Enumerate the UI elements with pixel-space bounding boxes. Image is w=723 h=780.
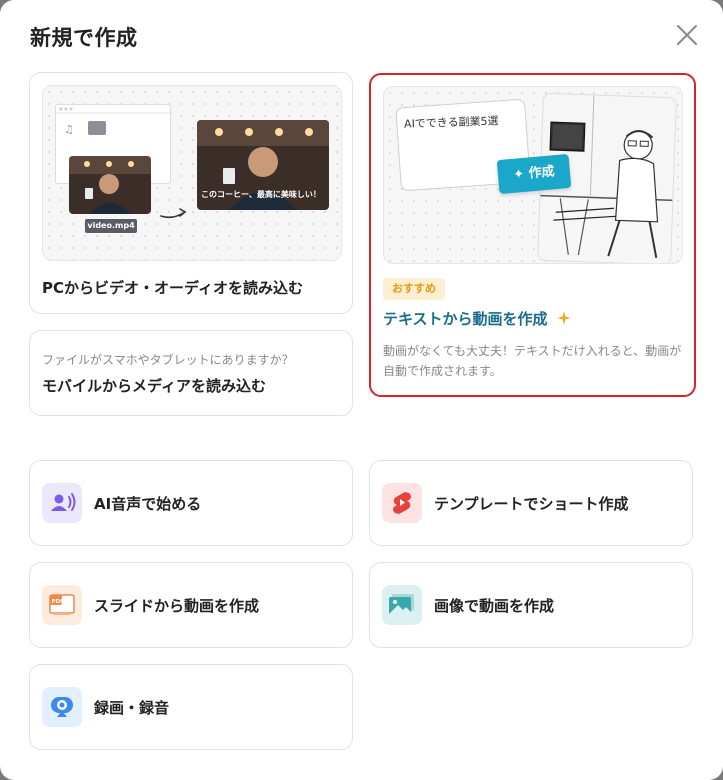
close-icon — [677, 25, 697, 45]
arrow-right-icon — [160, 208, 187, 219]
pdf-slide-icon: PDF — [42, 585, 82, 625]
text-to-video-title: テキストから動画を作成 — [383, 308, 571, 329]
close-button[interactable] — [672, 20, 702, 50]
import-from-mobile-label: モバイルからメディアを読み込む — [42, 377, 266, 395]
template-short-label: テンプレートでショート作成 — [434, 495, 629, 513]
ai-voice-label: AI音声で始める — [94, 495, 202, 513]
svg-text:♫: ♫ — [64, 123, 74, 136]
import-from-pc-label: PCからビデオ・オーディオを読み込む — [42, 279, 303, 297]
slide-video-option[interactable]: PDF スライドから動画を作成 — [29, 562, 353, 648]
import-from-pc-card[interactable]: ♫ video.mp4 このコーヒー、最高に美味しい！ PCからビデオ・オーディ… — [29, 72, 353, 314]
import-from-mobile-sub: ファイルがスマホやタブレットにありますか？ — [42, 353, 294, 367]
ai-voice-icon — [42, 483, 82, 523]
text-to-video-card[interactable]: AIでできる副業5選 ✦ 作成 おすすめ テキストから動画を作成 動画がなくても… — [369, 73, 696, 397]
create-chip: ✦ 作成 — [496, 153, 572, 195]
sparkle-icon — [556, 311, 571, 325]
import-from-mobile-card[interactable]: ファイルがスマホやタブレットにありますか？ モバイルからメディアを読み込む — [29, 330, 353, 416]
import-from-pc-thumbnail: ♫ video.mp4 このコーヒー、最高に美味しい！ — [42, 85, 342, 261]
photo-caption: このコーヒー、最高に美味しい！ — [201, 190, 321, 199]
image-icon — [382, 585, 422, 625]
slide-video-label: スライドから動画を作成 — [94, 597, 260, 615]
webcam-icon — [42, 687, 82, 727]
script-note-text: AIでできる副業5選 — [403, 114, 499, 131]
sparkle-icon: ✦ — [512, 166, 530, 183]
ai-voice-option[interactable]: AI音声で始める — [29, 460, 353, 546]
dialog-title: 新規で作成 — [30, 26, 138, 50]
record-label: 録画・録音 — [94, 699, 170, 717]
svg-text:PDF: PDF — [52, 599, 65, 605]
create-new-dialog: 新規で作成 ♫ video.mp4 このコーヒー、最高に美味しい！ PCからビデ… — [0, 0, 723, 780]
recommended-badge: おすすめ — [383, 278, 445, 300]
shorts-icon — [382, 483, 422, 523]
file-name-tag: video.mp4 — [85, 219, 137, 233]
text-to-video-title-text: テキストから動画を作成 — [383, 310, 548, 328]
video-thumbnail-small — [69, 156, 151, 214]
text-to-video-description: 動画がなくても大丈夫！テキストだけ入れると、動画が自動で作成されます。 — [383, 344, 682, 378]
template-short-option[interactable]: テンプレートでショート作成 — [369, 460, 693, 546]
record-option[interactable]: 録画・録音 — [29, 664, 353, 750]
create-chip-label: 作成 — [528, 164, 556, 182]
image-video-option[interactable]: 画像で動画を作成 — [369, 562, 693, 648]
text-to-video-thumbnail: AIでできる副業5選 ✦ 作成 — [383, 86, 683, 264]
image-video-label: 画像で動画を作成 — [434, 597, 555, 615]
